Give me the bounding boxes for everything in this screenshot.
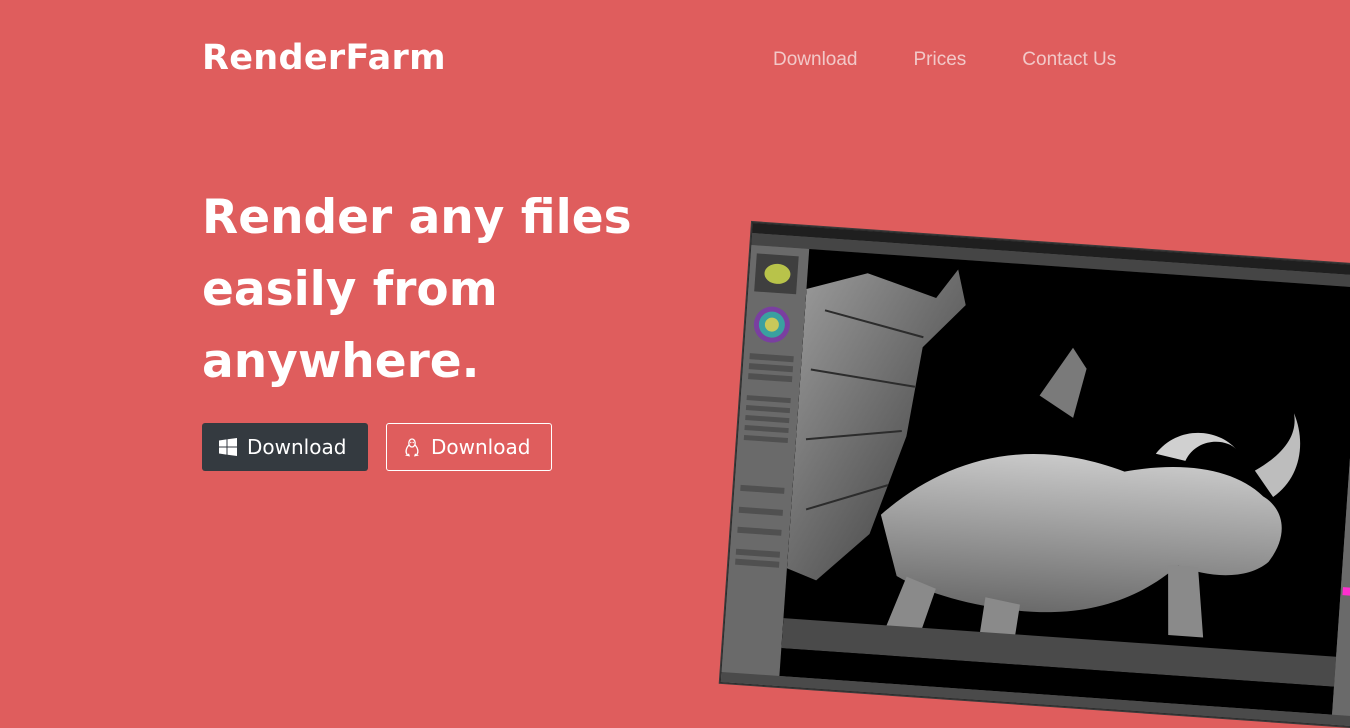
download-linux-button[interactable]: Download [386,423,552,471]
brand-logo[interactable]: RenderFarm [202,38,446,78]
windows-icon [219,438,237,456]
hero-headline: Render any files easily from anywhere. [202,182,672,398]
nav-prices[interactable]: Prices [914,49,967,71]
dragon-render [781,269,1343,688]
main-nav: Download Prices Contact Us [773,49,1116,71]
nav-contact[interactable]: Contact Us [1022,49,1116,71]
download-linux-label: Download [431,435,531,459]
hero-line-2: easily from [202,262,498,317]
download-windows-button[interactable]: Download [202,423,368,471]
nav-download[interactable]: Download [773,49,858,71]
download-windows-label: Download [247,435,347,459]
linux-icon [403,438,421,457]
hero-line-1: Render any files [202,190,632,245]
app-screenshot [719,222,1350,728]
render-viewport [779,249,1350,715]
hero-line-3: anywhere. [202,334,480,389]
